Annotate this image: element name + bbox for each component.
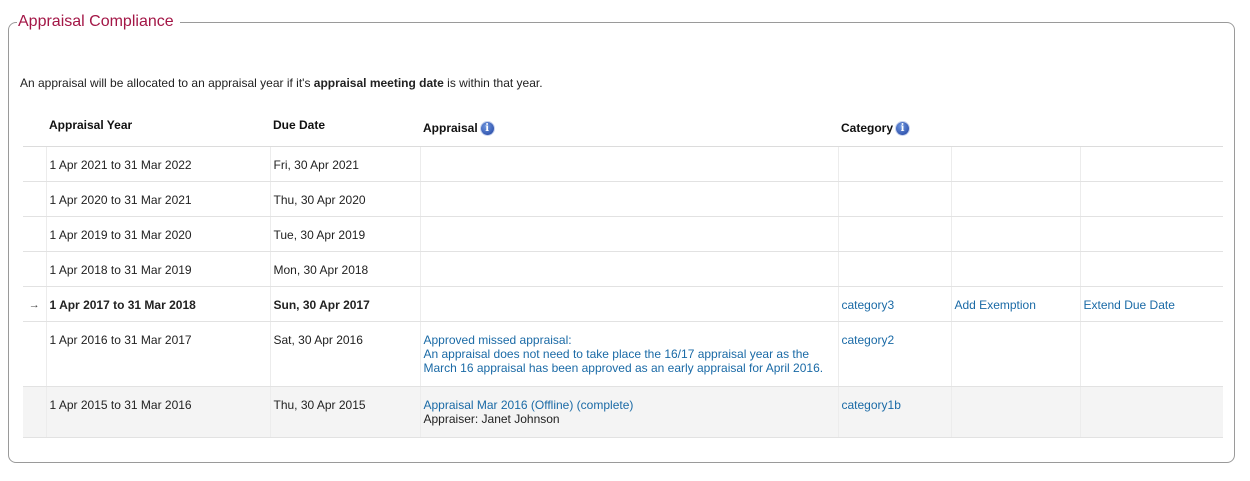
- action-cell: [950, 146, 1080, 182]
- due-date-cell: Mon, 30 Apr 2018: [269, 251, 420, 287]
- appraisal-year-cell: 1 Apr 2015 to 31 Mar 2016: [45, 386, 270, 438]
- add-exemption-link[interactable]: Add Exemption: [955, 298, 1036, 312]
- marker-cell: [23, 321, 46, 387]
- category-cell: category2: [837, 321, 951, 387]
- action-header-1: [951, 104, 1080, 147]
- info-icon[interactable]: i: [480, 122, 494, 135]
- table-row: 1 Apr 2020 to 31 Mar 2021 Thu, 30 Apr 20…: [23, 181, 1223, 217]
- action-cell: [1079, 321, 1223, 387]
- table-row: 1 Apr 2018 to 31 Mar 2019 Mon, 30 Apr 20…: [23, 251, 1223, 287]
- marker-header: [23, 104, 46, 147]
- intro-bold: appraisal meeting date: [313, 76, 444, 90]
- marker-cell: →: [23, 286, 46, 322]
- appraiser-text: Appraiser: Janet Johnson: [423, 412, 560, 426]
- marker-cell: [23, 181, 46, 217]
- category-header-label: Category: [841, 121, 894, 135]
- appraisal-link[interactable]: Appraisal Mar 2016 (Offline) (complete): [424, 398, 835, 412]
- action-cell: [950, 181, 1080, 217]
- due-date-header: Due Date: [270, 104, 420, 147]
- approved-missed-appraisal-link[interactable]: Approved missed appraisal: An appraisal …: [424, 333, 835, 375]
- category-link[interactable]: category1b: [842, 398, 901, 412]
- appraisal-note-line: Approved missed appraisal:: [423, 333, 572, 347]
- action-cell: [1079, 146, 1223, 182]
- due-date-cell: Tue, 30 Apr 2019: [269, 216, 420, 252]
- table-row: 1 Apr 2019 to 31 Mar 2020 Tue, 30 Apr 20…: [23, 216, 1223, 252]
- category-cell: [837, 146, 951, 182]
- intro-suffix: is within that year.: [443, 76, 543, 90]
- action-cell: [950, 386, 1080, 438]
- due-date-cell: Thu, 30 Apr 2020: [269, 181, 420, 217]
- appraisal-year-header: Appraisal Year: [46, 104, 270, 147]
- marker-cell: [23, 386, 46, 438]
- marker-cell: [23, 216, 46, 252]
- table-row: 1 Apr 2016 to 31 Mar 2017 Sat, 30 Apr 20…: [23, 321, 1223, 387]
- appraisal-year-cell: 1 Apr 2017 to 31 Mar 2018: [45, 286, 270, 322]
- appraisal-year-cell: 1 Apr 2020 to 31 Mar 2021: [45, 181, 270, 217]
- category-cell: category1b: [837, 386, 951, 438]
- table-row: 1 Apr 2015 to 31 Mar 2016 Thu, 30 Apr 20…: [23, 386, 1223, 438]
- due-date-cell: Sun, 30 Apr 2017: [269, 286, 420, 322]
- appraisal-compliance-table: Appraisal Year Due Date Appraisal i Categ…: [23, 104, 1223, 438]
- extend-due-date-link[interactable]: Extend Due Date: [1084, 298, 1175, 312]
- marker-cell: [23, 146, 46, 182]
- action-cell: [950, 321, 1080, 387]
- section-title: Appraisal Compliance: [17, 13, 180, 31]
- appraisal-header: Appraisal i: [420, 104, 838, 147]
- category-cell: [837, 216, 951, 252]
- action-cell: [1079, 216, 1223, 252]
- due-date-cell: Sat, 30 Apr 2016: [269, 321, 420, 387]
- action-cell: [950, 251, 1080, 287]
- action-cell: Add Exemption: [950, 286, 1080, 322]
- category-header: Category i: [838, 104, 951, 147]
- category-cell: [837, 251, 951, 287]
- due-date-cell: Thu, 30 Apr 2015: [269, 386, 420, 438]
- action-cell: Extend Due Date: [1079, 286, 1223, 322]
- action-cell: [1079, 251, 1223, 287]
- appraisal-header-label: Appraisal: [423, 121, 478, 135]
- intro-text: An appraisal will be allocated to an app…: [20, 76, 543, 90]
- marker-cell: [23, 251, 46, 287]
- due-date-cell: Fri, 30 Apr 2021: [269, 146, 420, 182]
- appraisal-year-cell: 1 Apr 2019 to 31 Mar 2020: [45, 216, 270, 252]
- info-icon[interactable]: i: [896, 122, 910, 135]
- appraisal-cell: Appraisal Mar 2016 (Offline) (complete) …: [419, 386, 838, 438]
- appraisal-cell: [419, 251, 838, 287]
- table-row-current: → 1 Apr 2017 to 31 Mar 2018 Sun, 30 Apr …: [23, 286, 1223, 322]
- table-row: 1 Apr 2021 to 31 Mar 2022 Fri, 30 Apr 20…: [23, 146, 1223, 182]
- appraisal-cell: [419, 286, 838, 322]
- action-cell: [1079, 181, 1223, 217]
- appraisal-cell: Approved missed appraisal: An appraisal …: [419, 321, 838, 387]
- action-cell: [1079, 386, 1223, 438]
- appraisal-note-line: March 16 appraisal has been approved as …: [423, 361, 824, 375]
- category-cell: category3: [837, 286, 951, 322]
- appraisal-year-cell: 1 Apr 2021 to 31 Mar 2022: [45, 146, 270, 182]
- intro-prefix: An appraisal will be allocated to an app…: [20, 76, 314, 90]
- appraisal-year-cell: 1 Apr 2016 to 31 Mar 2017: [45, 321, 270, 387]
- category-link[interactable]: category2: [842, 333, 895, 347]
- category-link[interactable]: category3: [842, 298, 895, 312]
- action-header-2: [1080, 104, 1223, 147]
- appraisal-note-line: An appraisal does not need to take place…: [423, 347, 810, 361]
- current-row-arrow-icon: →: [28, 299, 40, 311]
- action-cell: [950, 216, 1080, 252]
- appraisal-cell: [419, 146, 838, 182]
- appraisal-year-cell: 1 Apr 2018 to 31 Mar 2019: [45, 251, 270, 287]
- table-header-row: Appraisal Year Due Date Appraisal i Categ…: [23, 104, 1223, 147]
- appraisal-cell: [419, 181, 838, 217]
- appraisal-cell: [419, 216, 838, 252]
- category-cell: [837, 181, 951, 217]
